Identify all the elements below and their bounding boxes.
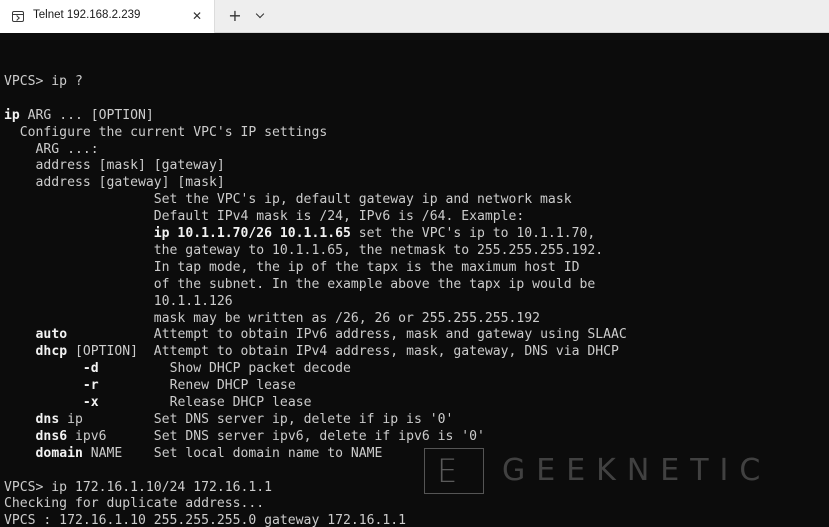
new-tab-button[interactable]: + (227, 8, 243, 24)
terminal-icon (12, 11, 24, 22)
terminal-line: Checking for duplicate address... (4, 496, 265, 512)
terminal-line: address [gateway] [mask] (4, 175, 225, 191)
terminal-line: ip 10.1.1.70/26 10.1.1.65 set the VPC's … (153, 226, 596, 241)
watermark-letter: E (437, 452, 458, 490)
terminal-line: the gateway to 10.1.1.65, the netmask to… (4, 242, 604, 258)
terminal-line: -d Show DHCP packet decode (82, 361, 351, 377)
terminal-line: In tap mode, the ip of the tapx is the m… (4, 259, 580, 275)
terminal-line: ip ARG ... [OPTION] (4, 107, 154, 123)
terminal-line: mask may be written as /26, 26 or 255.25… (4, 310, 541, 326)
terminal-line: VPCS> ip ? (4, 73, 83, 89)
terminal-line: dhcp [OPTION] Attempt to obtain IPv4 add… (35, 344, 619, 360)
terminal-line: VPCS> ip 172.16.1.10/24 172.16.1.1 (4, 479, 273, 495)
terminal-line: -x Release DHCP lease (82, 395, 312, 410)
terminal-line: dns ip Set DNS server ip, delete if ip i… (35, 411, 454, 427)
terminal-line: of the subnet. In the example above the … (4, 276, 596, 292)
terminal-line: dns6 ipv6 Set DNS server ipv6, delete if… (35, 428, 485, 444)
terminal-line: VPCS : 172.16.1.10 255.255.255.0 gateway… (4, 513, 407, 527)
terminal-line: -r Renew DHCP lease (82, 378, 296, 394)
terminal-line: 10.1.1.126 (4, 293, 233, 309)
chevron-down-icon[interactable] (254, 9, 268, 23)
tab-title: Telnet 192.168.2.239 (33, 9, 141, 21)
terminal-line: auto Attempt to obtain IPv6 address, mas… (35, 327, 627, 343)
terminal-line: domain NAME Set local domain name to NAM… (35, 445, 383, 461)
terminal-line: Default IPv4 mask is /24, IPv6 is /64. E… (4, 209, 525, 225)
watermark-text: GEEKNETIC (502, 453, 772, 488)
watermark-box: E (424, 448, 484, 494)
terminal-line: Set the VPC's ip, default gateway ip and… (4, 192, 572, 208)
terminal-line: address [mask] [gateway] (4, 158, 225, 174)
tab-telnet[interactable]: Telnet 192.168.2.239 ✕ (0, 0, 215, 33)
close-icon[interactable]: ✕ (190, 9, 204, 23)
tab-bar: Telnet 192.168.2.239 ✕ + (0, 0, 829, 33)
terminal-line: Configure the current VPC's IP settings (4, 124, 328, 140)
terminal-line: ARG ...: (4, 141, 99, 157)
